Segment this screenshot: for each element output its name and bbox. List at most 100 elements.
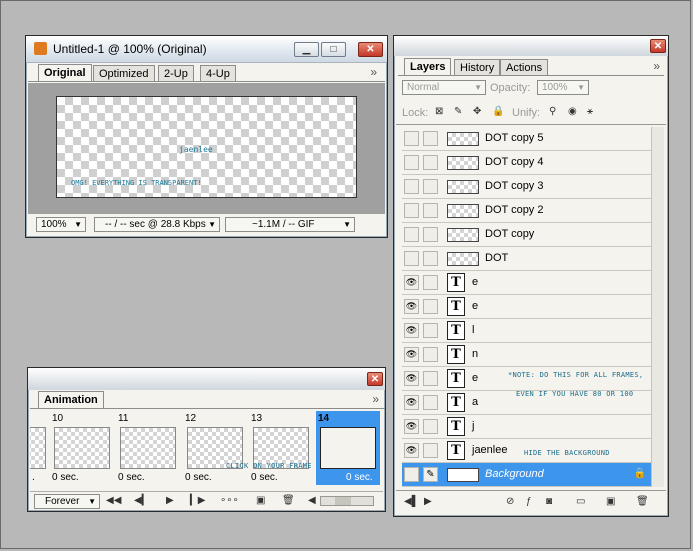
- frame-delay[interactable]: 0 sec.: [52, 472, 79, 483]
- frame-delay[interactable]: 0 sec.: [251, 472, 278, 483]
- layer-row[interactable]: DOT copy 3: [402, 175, 652, 199]
- layer-name[interactable]: Background: [485, 468, 544, 480]
- visibility-toggle[interactable]: 👁: [404, 371, 419, 386]
- lock-transparency-icon[interactable]: ⊠: [435, 106, 443, 117]
- lock-all-icon[interactable]: 🔒: [492, 106, 504, 117]
- panel-menu-icon[interactable]: »: [372, 392, 379, 406]
- tab-optimized[interactable]: Optimized: [93, 65, 155, 81]
- close-button[interactable]: ✕: [358, 42, 383, 57]
- layer-name[interactable]: n: [472, 348, 478, 360]
- layer-row[interactable]: 👁 Te: [402, 271, 652, 295]
- link-layers-icon[interactable]: ⊘: [506, 496, 514, 507]
- layer-name[interactable]: DOT copy 2: [485, 204, 544, 216]
- visibility-toggle[interactable]: [404, 155, 419, 170]
- layer-name[interactable]: e: [472, 372, 478, 384]
- layer-name[interactable]: e: [472, 276, 478, 288]
- visibility-toggle[interactable]: 👁: [404, 323, 419, 338]
- layer-link-toggle[interactable]: [423, 347, 438, 362]
- animation-frame[interactable]: 12 0 sec.: [183, 411, 247, 485]
- maximize-button[interactable]: □: [321, 42, 346, 57]
- download-speed-dropdown[interactable]: -- / -- sec @ 28.8 Kbps ▼: [94, 217, 220, 232]
- document-titlebar[interactable]: Untitled-1 @ 100% (Original) ▁ □ ✕: [26, 36, 387, 63]
- file-size-dropdown[interactable]: ~1.1M / -- GIF ▼: [225, 217, 355, 232]
- layer-name[interactable]: j: [472, 420, 474, 432]
- add-mask-icon[interactable]: ◙: [546, 496, 552, 507]
- layer-link-toggle[interactable]: [423, 203, 438, 218]
- tab-history[interactable]: History: [454, 59, 501, 75]
- layer-row[interactable]: DOT copy 5: [402, 127, 652, 151]
- frame-delay[interactable]: .: [32, 472, 35, 483]
- trash-icon[interactable]: 🗑: [636, 496, 649, 507]
- layer-name[interactable]: DOT copy 3: [485, 180, 544, 192]
- opacity-field[interactable]: 100% ▼: [537, 80, 589, 95]
- loop-dropdown[interactable]: Forever ▼: [34, 494, 100, 509]
- visibility-toggle[interactable]: 👁: [404, 347, 419, 362]
- frame-delay[interactable]: 0 sec.: [185, 472, 212, 483]
- tab-original[interactable]: Original: [38, 64, 92, 81]
- tab-layers[interactable]: Layers: [404, 58, 452, 75]
- layer-name[interactable]: DOT copy 5: [485, 132, 544, 144]
- zoom-dropdown[interactable]: 100% ▼: [36, 217, 86, 232]
- trash-icon[interactable]: 🗑: [282, 495, 295, 506]
- layer-name[interactable]: e: [472, 300, 478, 312]
- visibility-toggle[interactable]: [404, 179, 419, 194]
- scroll-left-icon[interactable]: ◀: [308, 495, 316, 506]
- layer-row[interactable]: DOT copy: [402, 223, 652, 247]
- panel-menu-icon[interactable]: »: [653, 59, 660, 73]
- layers-scrollbar[interactable]: [651, 127, 664, 487]
- play-icon[interactable]: ▶: [166, 495, 174, 506]
- animation-frame[interactable]: 11 0 sec.: [116, 411, 180, 485]
- frame-delay[interactable]: 0 sec.: [118, 472, 145, 483]
- animation-frame[interactable]: .: [30, 411, 50, 485]
- layer-link-toggle[interactable]: [423, 155, 438, 170]
- lock-brush-icon[interactable]: ✎: [454, 106, 462, 117]
- scroll-right-icon[interactable]: ▶: [424, 496, 432, 507]
- unify-visibility-icon[interactable]: ◉: [568, 106, 577, 117]
- layer-link-toggle[interactable]: [423, 323, 438, 338]
- visibility-toggle[interactable]: 👁: [404, 299, 419, 314]
- animation-frame-selected[interactable]: 14 0 sec.: [316, 411, 380, 485]
- layer-row[interactable]: 👁 Tl: [402, 319, 652, 343]
- layer-link-toggle[interactable]: [423, 371, 438, 386]
- layer-row-selected[interactable]: ✎ Background 🔒: [402, 463, 652, 487]
- visibility-toggle[interactable]: [404, 227, 419, 242]
- blend-mode-dropdown[interactable]: Normal ▼: [402, 80, 486, 95]
- layer-link-toggle[interactable]: [423, 419, 438, 434]
- animation-frame[interactable]: 13 0 sec.: [249, 411, 313, 485]
- layer-name[interactable]: DOT copy 4: [485, 156, 544, 168]
- previous-frame-icon[interactable]: ◀▎: [134, 495, 149, 506]
- panel-menu-icon[interactable]: »: [370, 65, 377, 79]
- minimize-button[interactable]: ▁: [294, 42, 319, 57]
- layer-name[interactable]: DOT copy: [485, 228, 534, 240]
- frames-scrollbar[interactable]: [320, 496, 374, 506]
- visibility-toggle[interactable]: [404, 131, 419, 146]
- transparent-canvas[interactable]: jaenlee OMG! EVERYTHING IS TRANSPARENT!: [56, 96, 357, 198]
- layer-link-toggle[interactable]: [423, 299, 438, 314]
- new-layer-icon[interactable]: ▣: [606, 496, 615, 507]
- scrollbar-thumb[interactable]: [335, 497, 351, 505]
- layer-row[interactable]: 👁 Te: [402, 295, 652, 319]
- animation-frame[interactable]: 10 0 sec.: [50, 411, 114, 485]
- layer-link-toggle[interactable]: [423, 443, 438, 458]
- layer-row[interactable]: DOT copy 4: [402, 151, 652, 175]
- layer-name[interactable]: DOT: [485, 252, 508, 264]
- unify-style-icon[interactable]: ⚹: [587, 106, 593, 117]
- layer-link-toggle[interactable]: [423, 131, 438, 146]
- layer-link-toggle[interactable]: [423, 395, 438, 410]
- frame-delay[interactable]: 0 sec.: [346, 472, 373, 483]
- first-frame-icon[interactable]: ◀◀: [106, 495, 121, 506]
- layer-row[interactable]: 👁 Tj: [402, 415, 652, 439]
- add-style-icon[interactable]: ƒ: [526, 496, 532, 507]
- close-button[interactable]: ✕: [367, 372, 383, 386]
- tab-4up[interactable]: 4-Up: [200, 65, 236, 81]
- lock-position-icon[interactable]: ✥: [473, 106, 481, 117]
- layer-link-toggle[interactable]: ✎: [423, 467, 438, 482]
- tab-actions[interactable]: Actions: [500, 59, 549, 75]
- visibility-toggle[interactable]: 👁: [404, 275, 419, 290]
- tab-animation[interactable]: Animation: [38, 391, 104, 408]
- visibility-toggle[interactable]: [404, 467, 419, 482]
- scroll-left-icon[interactable]: ◀▌: [404, 496, 419, 507]
- duplicate-frame-icon[interactable]: ▣: [256, 495, 265, 506]
- layer-row[interactable]: 👁 Tn: [402, 343, 652, 367]
- animation-titlebar[interactable]: ✕: [28, 368, 385, 390]
